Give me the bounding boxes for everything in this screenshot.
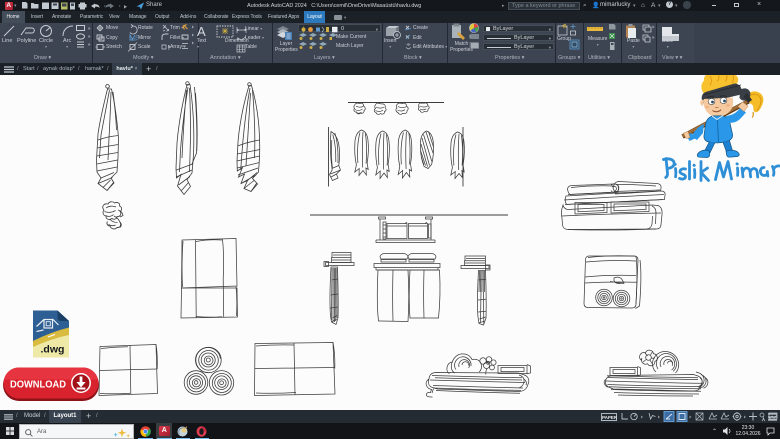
svg-text:DOWNLOAD: DOWNLOAD	[10, 380, 66, 391]
svg-text:.dwg: .dwg	[41, 344, 65, 356]
